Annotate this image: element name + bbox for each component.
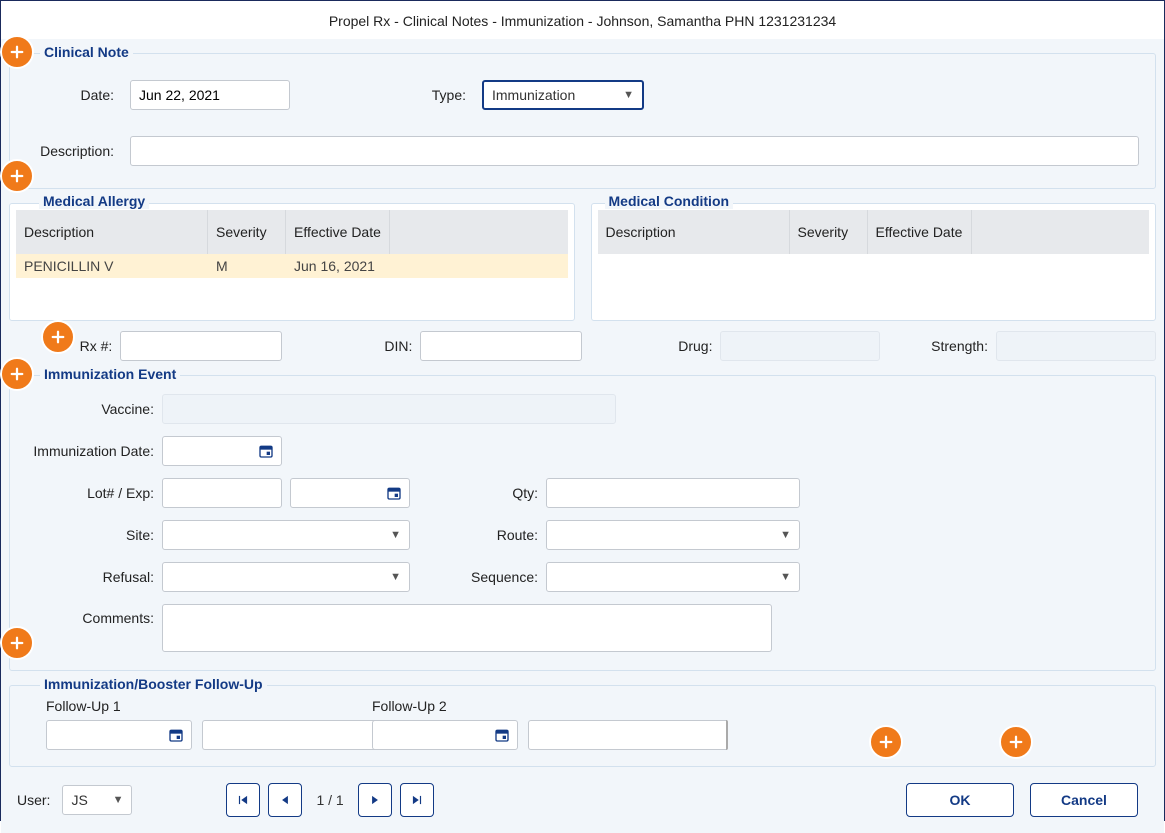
followup-label: Immunization/Booster Follow-Up: [40, 676, 267, 692]
col-severity: Severity: [208, 210, 286, 254]
chevron-down-icon: ▼: [390, 529, 401, 541]
calendar-icon: [257, 442, 275, 460]
f2-label: Follow-Up 2: [372, 698, 638, 714]
cell-effective-date: Jun 16, 2021: [286, 258, 390, 274]
user-label: User:: [17, 792, 50, 808]
col-effective-date: Effective Date: [286, 210, 390, 254]
col-spacer: [390, 210, 568, 254]
table-header: Description Severity Effective Date: [598, 210, 1150, 254]
pager-text: 1 / 1: [310, 792, 349, 808]
content-area: Clinical Note Date: Type: Immunization ▼…: [1, 39, 1164, 833]
site-select[interactable]: ▼: [162, 520, 410, 550]
type-label: Type:: [346, 87, 466, 103]
col-effective-date: Effective Date: [868, 210, 972, 254]
rx-field[interactable]: [120, 331, 282, 361]
chevron-down-icon: ▼: [390, 571, 401, 583]
allergy-label: Medical Allergy: [39, 193, 149, 209]
chevron-down-icon: ▼: [780, 571, 791, 583]
refusal-label: Refusal:: [26, 569, 154, 585]
allergy-table: Description Severity Effective Date PENI…: [16, 210, 568, 314]
f2-num-input[interactable]: [528, 720, 726, 750]
rx-din-row: Rx #: DIN: Drug: Strength:: [9, 321, 1156, 361]
din-label: DIN:: [290, 338, 412, 354]
table-header: Description Severity Effective Date: [16, 210, 568, 254]
hotspot-ok[interactable]: [869, 725, 903, 759]
hotspot-event[interactable]: [0, 357, 34, 391]
hotspot-cancel[interactable]: [999, 725, 1033, 759]
chevron-down-icon: ▼: [780, 529, 791, 541]
chevron-down-icon: ▼: [113, 794, 124, 806]
lot-field[interactable]: [162, 478, 282, 508]
clinical-note-section: Clinical Note Date: Type: Immunization ▼…: [9, 53, 1156, 189]
calendar-icon: [493, 726, 511, 744]
imm-date-field[interactable]: [162, 436, 282, 466]
hotspot-followup[interactable]: [0, 626, 34, 660]
table-row[interactable]: PENICILLIN V M Jun 16, 2021: [16, 254, 568, 278]
f2-num-stepper[interactable]: ▲ ▼: [528, 720, 638, 750]
f2-date-field[interactable]: [372, 720, 518, 750]
col-severity: Severity: [790, 210, 868, 254]
drug-field: [720, 331, 880, 361]
hotspot-clinical-note[interactable]: [0, 35, 34, 69]
clinical-note-label: Clinical Note: [40, 44, 133, 60]
description-label: Description:: [26, 143, 114, 159]
type-select-value: Immunization: [492, 87, 575, 103]
calendar-icon: [385, 484, 403, 502]
f1-num-stepper[interactable]: ▲ ▼: [202, 720, 312, 750]
strength-label: Strength:: [888, 338, 988, 354]
type-select[interactable]: Immunization ▼: [482, 80, 644, 110]
nav-prev-button[interactable]: [268, 783, 302, 817]
user-value: JS: [71, 792, 87, 808]
route-label: Route:: [418, 527, 538, 543]
sequence-select[interactable]: ▼: [546, 562, 800, 592]
cell-description: PENICILLIN V: [16, 258, 208, 274]
description-field[interactable]: [130, 136, 1139, 166]
vaccine-label: Vaccine:: [26, 401, 154, 417]
lot-label: Lot# / Exp:: [26, 485, 154, 501]
comments-field[interactable]: [162, 604, 772, 652]
date-field[interactable]: [130, 80, 290, 110]
window-title: Propel Rx - Clinical Notes - Immunizatio…: [1, 1, 1164, 39]
hotspot-allergy[interactable]: [0, 159, 34, 193]
exp-date-field[interactable]: [290, 478, 410, 508]
user-select[interactable]: JS ▼: [62, 785, 132, 815]
condition-label: Medical Condition: [605, 193, 734, 209]
col-description: Description: [16, 210, 208, 254]
nav-next-button[interactable]: [358, 783, 392, 817]
drug-label: Drug:: [590, 338, 712, 354]
event-section: Immunization Event Vaccine: Immunization…: [9, 375, 1156, 671]
imm-date-label: Immunization Date:: [26, 443, 154, 459]
cell-severity: M: [208, 258, 286, 274]
nav-first-button[interactable]: [226, 783, 260, 817]
col-description: Description: [598, 210, 790, 254]
din-field[interactable]: [420, 331, 582, 361]
qty-label: Qty:: [418, 485, 538, 501]
event-label: Immunization Event: [40, 366, 180, 382]
cancel-button[interactable]: Cancel: [1030, 783, 1138, 817]
sequence-label: Sequence:: [418, 569, 538, 585]
date-label: Date:: [26, 87, 114, 103]
qty-field[interactable]: [546, 478, 800, 508]
vaccine-field: [162, 394, 616, 424]
comments-label: Comments:: [26, 604, 154, 626]
f1-date-field[interactable]: [46, 720, 192, 750]
col-spacer: [972, 210, 1150, 254]
condition-table: Description Severity Effective Date: [598, 210, 1150, 314]
calendar-icon: [167, 726, 185, 744]
route-select[interactable]: ▼: [546, 520, 800, 550]
f1-label: Follow-Up 1: [46, 698, 312, 714]
window: Propel Rx - Clinical Notes - Immunizatio…: [0, 0, 1165, 821]
followup-section: Immunization/Booster Follow-Up Follow-Up…: [9, 685, 1156, 767]
footer-row: User: JS ▼ 1 / 1: [9, 767, 1156, 825]
nav-last-button[interactable]: [400, 783, 434, 817]
refusal-select[interactable]: ▼: [162, 562, 410, 592]
chevron-down-icon: ▼: [623, 89, 634, 101]
hotspot-rx[interactable]: [41, 320, 75, 354]
ok-button[interactable]: OK: [906, 783, 1014, 817]
site-label: Site:: [26, 527, 154, 543]
strength-field: [996, 331, 1156, 361]
